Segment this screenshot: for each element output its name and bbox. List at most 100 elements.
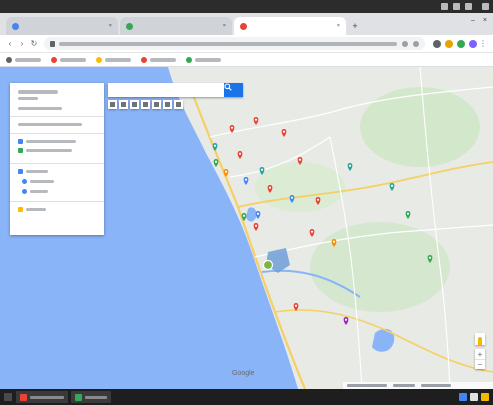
close-window-icon[interactable]: ×	[483, 17, 487, 24]
bookmark-star-icon[interactable]	[413, 40, 419, 47]
map-subtitle	[18, 97, 38, 100]
translate-icon[interactable]	[402, 40, 408, 47]
bookmarks-bar	[0, 53, 493, 67]
hand-tool-icon[interactable]	[130, 100, 139, 109]
map-toolbar	[108, 100, 185, 109]
forward-arrow-icon[interactable]: ›	[16, 39, 28, 48]
map-search-input[interactable]	[108, 83, 224, 97]
new-tab-button[interactable]: +	[348, 17, 362, 35]
minimize-icon[interactable]: –	[471, 17, 475, 24]
tray-app-icon[interactable]	[481, 393, 489, 401]
redo-icon[interactable]	[119, 100, 128, 109]
map-search-box	[108, 83, 243, 97]
address-bar[interactable]	[44, 37, 425, 50]
window-controls: – ×	[463, 17, 487, 24]
map-attribution	[343, 382, 493, 389]
browser-app-icon	[20, 393, 27, 401]
layer-checkbox[interactable]	[18, 169, 23, 174]
bookmark-favicon-icon	[141, 56, 147, 63]
layer-checkbox[interactable]	[18, 139, 23, 144]
tray-app-icon[interactable]	[459, 393, 467, 401]
zoom-controls: + −	[475, 349, 485, 369]
bookmark-item[interactable]	[96, 56, 131, 63]
undo-icon[interactable]	[108, 100, 117, 109]
browser-menu-icon[interactable]: ⋮	[477, 39, 489, 48]
zoom-in-button[interactable]: +	[475, 349, 485, 359]
directions-icon[interactable]	[163, 100, 172, 109]
extension-icon[interactable]	[433, 39, 441, 48]
place-marker-icon	[22, 189, 27, 194]
desktop-screen: × × × + – × ‹ › ↻ ⋮ + − Google	[0, 0, 493, 405]
browser-tab[interactable]: ×	[120, 17, 232, 35]
start-menu-icon[interactable]	[4, 393, 12, 401]
panel-divider	[10, 163, 104, 164]
bookmark-label	[195, 57, 221, 62]
map-meta	[18, 107, 62, 110]
place-item[interactable]	[30, 190, 48, 193]
network-icon[interactable]	[441, 3, 448, 10]
zoom-out-button[interactable]: −	[475, 359, 485, 369]
taskbar-window-label	[30, 395, 64, 399]
back-arrow-icon[interactable]: ‹	[4, 39, 16, 48]
reload-icon[interactable]: ↻	[28, 39, 40, 48]
bookmark-label	[60, 57, 86, 62]
browser-toolbar: ‹ › ↻ ⋮	[0, 35, 493, 53]
volume-icon[interactable]	[453, 3, 460, 10]
extension-icon[interactable]	[457, 39, 465, 48]
search-button[interactable]	[224, 83, 243, 97]
address-url	[59, 41, 397, 46]
place-marker-icon	[22, 179, 27, 184]
place-item[interactable]	[30, 180, 54, 183]
taskbar-window-label	[85, 395, 107, 399]
browser-tab-active[interactable]: ×	[234, 17, 346, 35]
layer-title[interactable]	[26, 170, 48, 173]
app-icon	[75, 393, 82, 401]
taskbar-window-other[interactable]	[71, 391, 111, 403]
bookmark-favicon-icon	[186, 56, 192, 63]
map-green-area	[360, 87, 480, 167]
layer-actions[interactable]	[18, 123, 82, 126]
bookmark-favicon-icon	[51, 56, 57, 63]
extension-icon[interactable]	[445, 39, 453, 48]
layer-checkbox[interactable]	[18, 148, 23, 153]
profile-avatar[interactable]	[469, 39, 477, 48]
os-taskbar	[0, 389, 493, 405]
bookmark-label	[150, 57, 176, 62]
street-view-pegman-icon[interactable]	[475, 333, 485, 345]
bookmark-label	[15, 57, 41, 62]
tab-favicon-icon	[12, 22, 19, 30]
tab-close-icon[interactable]: ×	[337, 23, 340, 29]
power-icon[interactable]	[482, 3, 489, 10]
tab-close-icon[interactable]: ×	[109, 23, 112, 29]
bookmark-label	[105, 57, 131, 62]
my-maps-panel	[10, 83, 104, 235]
map-title[interactable]	[18, 90, 58, 94]
bookmark-favicon-icon	[96, 56, 102, 63]
bookmark-item[interactable]	[51, 56, 86, 63]
bookmark-item[interactable]	[141, 56, 176, 63]
map-green-area	[310, 222, 450, 312]
layer-item[interactable]	[26, 140, 76, 143]
os-top-bar	[0, 0, 493, 13]
base-map-icon[interactable]	[18, 207, 23, 212]
browser-tab-strip: × × × + – ×	[0, 13, 493, 35]
lock-icon	[50, 40, 55, 47]
layer-item[interactable]	[26, 149, 72, 152]
browser-tab[interactable]: ×	[6, 17, 118, 35]
measure-icon[interactable]	[174, 100, 183, 109]
taskbar-window-browser[interactable]	[16, 391, 68, 403]
bookmark-item[interactable]	[6, 56, 41, 63]
panel-divider	[10, 116, 104, 117]
tab-favicon-icon	[240, 22, 247, 30]
google-logo: Google	[232, 370, 255, 377]
draw-line-icon[interactable]	[152, 100, 161, 109]
selected-location-marker[interactable]	[262, 259, 274, 271]
map-canvas[interactable]: + − Google	[0, 67, 493, 389]
battery-icon[interactable]	[465, 3, 472, 10]
add-marker-icon[interactable]	[141, 100, 150, 109]
tray-app-icon[interactable]	[470, 393, 478, 401]
tab-close-icon[interactable]: ×	[223, 23, 226, 29]
base-map-item[interactable]	[26, 208, 46, 211]
search-icon	[224, 83, 232, 91]
bookmark-item[interactable]	[186, 56, 221, 63]
